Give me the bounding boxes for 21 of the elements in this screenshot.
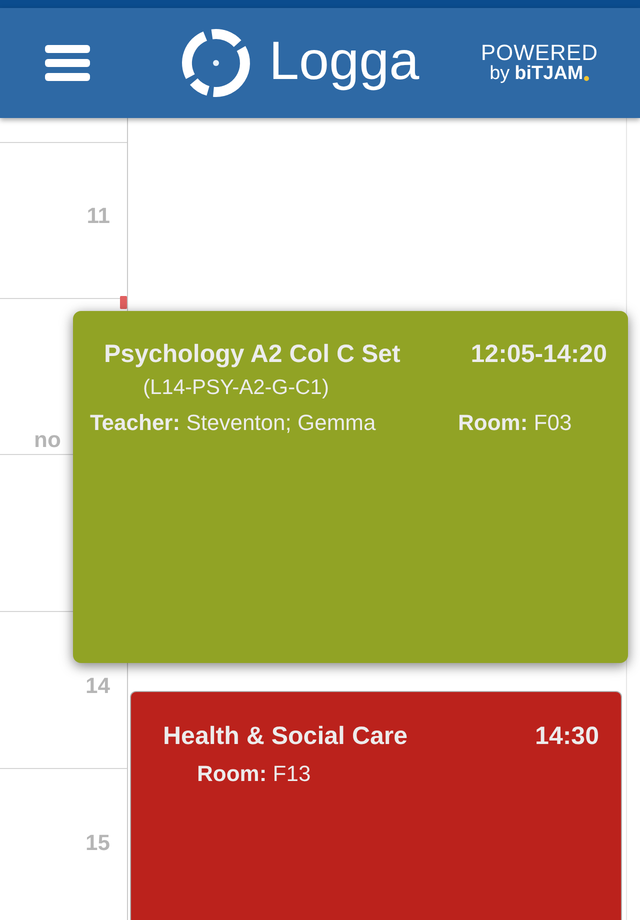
menu-icon — [45, 45, 90, 81]
hour-label: 11 — [86, 203, 110, 229]
brand-name: biTJAM — [514, 64, 584, 84]
menu-button[interactable] — [45, 45, 90, 81]
dot-icon — [584, 76, 590, 81]
marker-icon — [120, 296, 127, 309]
by-label: by — [490, 64, 510, 84]
powered-label: POWERED — [480, 42, 598, 64]
app-title: Logga — [269, 34, 420, 88]
event-time: 12:05-14:20 — [470, 339, 607, 370]
event-detail: Room: F03 — [458, 410, 572, 435]
event-title: Health & Social Care — [163, 721, 408, 752]
hour-label: no — [34, 427, 61, 453]
event-title: Psychology A2 Col C Set — [104, 339, 400, 370]
hour-label: 14 — [86, 673, 110, 699]
event-detail: Room: F13 — [197, 761, 311, 786]
event-code: (L14-PSY-A2-G-C1) — [143, 376, 329, 399]
event-detail: Teacher: Steventon; Gemma — [90, 410, 376, 435]
event-card[interactable]: Health & Social Care 14:30 Room: F13 — [130, 691, 622, 920]
event-time: 14:30 — [535, 721, 599, 752]
hour-label: 15 — [86, 830, 110, 856]
